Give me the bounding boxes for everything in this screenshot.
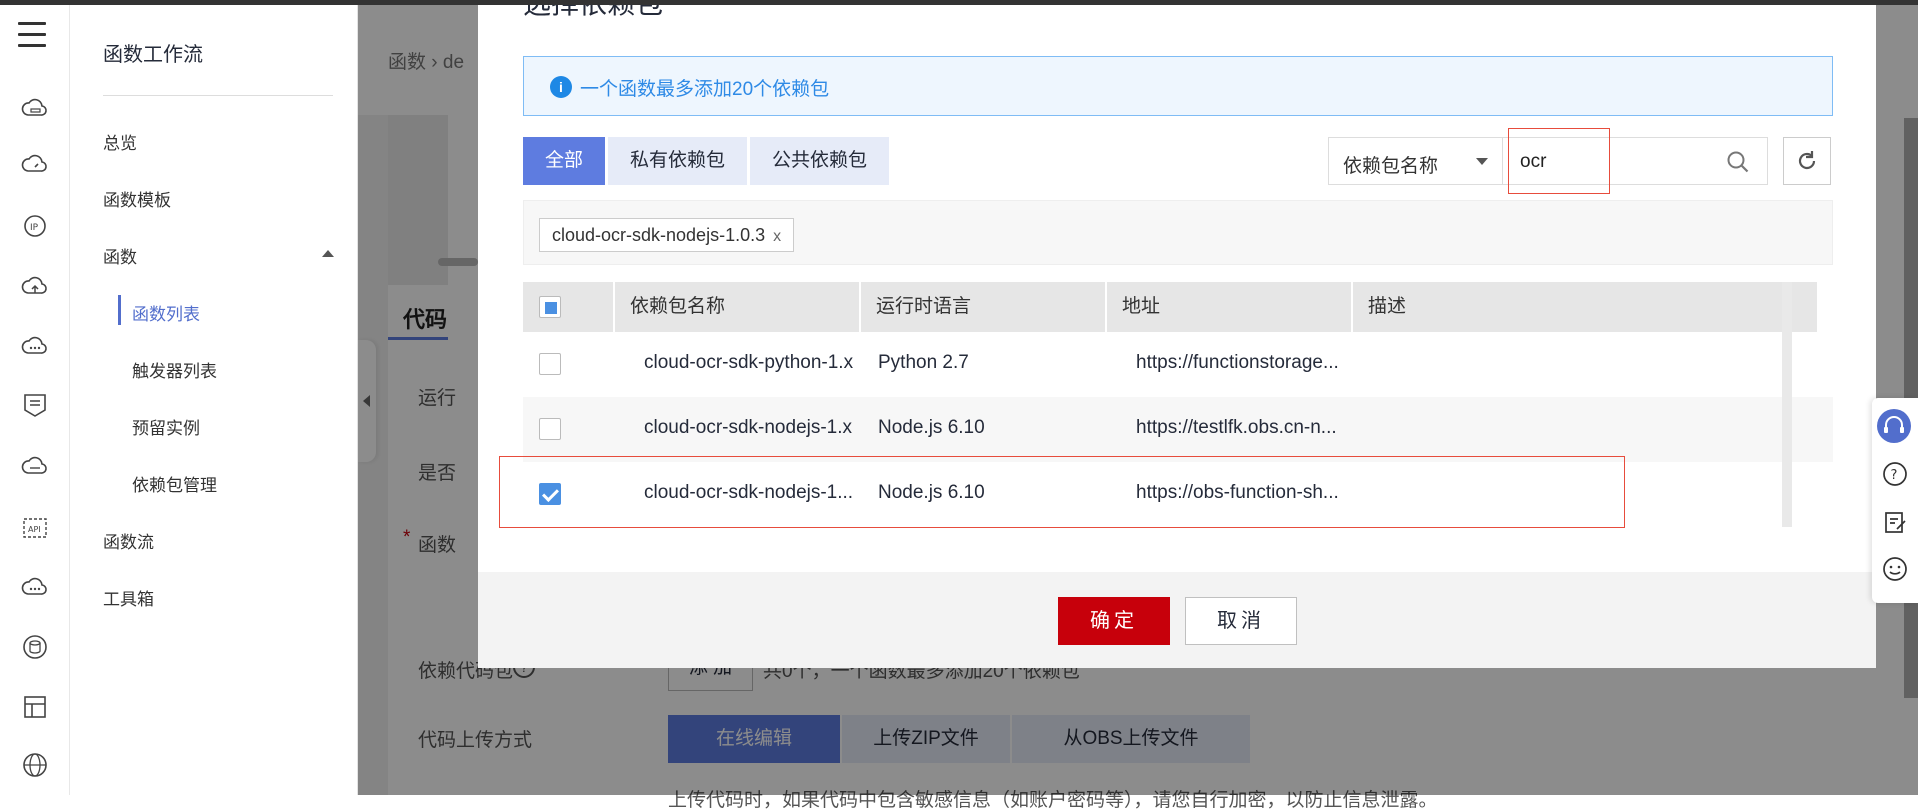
nav-title: 函数工作流 (103, 44, 203, 66)
nav-item-trigger-list[interactable]: 触发器列表 (132, 357, 217, 382)
nav-item-reserved-instances[interactable]: 预留实例 (132, 414, 200, 439)
row-name: cloud-ocr-sdk-python-1.x (644, 352, 854, 373)
dialog-footer (478, 572, 1876, 668)
filter-select[interactable]: 依赖包名称 (1328, 137, 1503, 185)
tab-all[interactable]: 全部 (523, 137, 606, 185)
cloud-more-icon[interactable] (20, 332, 50, 362)
menu-icon[interactable] (18, 22, 46, 48)
ok-button[interactable]: 确定 (1058, 597, 1170, 645)
cloud-speed-icon[interactable] (20, 150, 50, 180)
collapse-caret-icon[interactable] (322, 250, 334, 257)
row-checkbox[interactable] (539, 418, 561, 440)
tab-public[interactable]: 公共依赖包 (750, 137, 890, 185)
ip-icon[interactable]: IP (20, 211, 50, 241)
close-icon[interactable]: x (773, 228, 781, 245)
deps-tabs: 全部 私有依赖包 公共依赖包 (523, 137, 892, 185)
smile-icon[interactable] (1881, 555, 1909, 583)
info-alert: i 一个函数最多添加20个依赖包 (523, 56, 1833, 116)
col-address[interactable]: 地址 (1107, 282, 1353, 332)
select-deps-dialog: 选择依赖包 i 一个函数最多添加20个依赖包 全部 私有依赖包 公共依赖包 依赖… (478, 0, 1876, 668)
nav-item-function-flow[interactable]: 函数流 (103, 528, 154, 553)
table-scrollbar[interactable] (1782, 282, 1792, 527)
select-all-checkbox[interactable] (539, 296, 561, 318)
selected-deps: cloud-ocr-sdk-nodejs-1.0.3 x (523, 200, 1833, 265)
svg-text:API: API (28, 525, 41, 534)
row-runtime: Node.js 6.10 (878, 417, 985, 438)
nav-item-toolbox[interactable]: 工具箱 (103, 585, 154, 610)
nav-item-function-list[interactable]: 函数列表 (132, 300, 200, 325)
table-row[interactable]: cloud-ocr-sdk-python-1.x Python 2.7 http… (523, 332, 1833, 397)
row-runtime: Python 2.7 (878, 352, 969, 373)
alert-text: 一个函数最多添加20个依赖包 (580, 79, 830, 100)
cloud-disk-icon[interactable] (20, 94, 50, 124)
chevron-down-icon (1476, 158, 1488, 165)
question-icon[interactable]: ? (1881, 460, 1909, 488)
row-address: https://functionstorage... (1136, 352, 1339, 373)
table-header: 依赖包名称 运行时语言 地址 描述 (523, 282, 1817, 332)
search-highlight (1508, 128, 1610, 194)
headset-icon[interactable] (1876, 408, 1912, 444)
svg-text:?: ? (1891, 468, 1898, 483)
refresh-icon (1798, 151, 1816, 170)
side-nav: 函数工作流 总览 函数模板 函数 函数列表 触发器列表 预留实例 依赖包管理 函… (70, 0, 358, 795)
header-select (523, 282, 615, 332)
nav-item-dependency-mgmt[interactable]: 依赖包管理 (132, 471, 217, 496)
edit-icon[interactable] (1881, 508, 1909, 536)
service-rail: IP API (0, 0, 70, 795)
refresh-button[interactable] (1783, 137, 1831, 185)
col-desc[interactable]: 描述 (1353, 282, 1817, 332)
col-name[interactable]: 依赖包名称 (615, 282, 861, 332)
col-runtime[interactable]: 运行时语言 (861, 282, 1107, 332)
nav-item-overview[interactable]: 总览 (103, 129, 137, 154)
row-checkbox[interactable] (539, 353, 561, 375)
active-indicator (118, 295, 121, 325)
nav-divider (103, 95, 333, 96)
api-icon[interactable]: API (20, 513, 50, 543)
filter-label: 依赖包名称 (1343, 156, 1439, 177)
nav-item-functions[interactable]: 函数 (103, 243, 137, 268)
svg-text:IP: IP (30, 223, 39, 233)
selected-row-highlight (499, 456, 1625, 528)
shield-list-icon[interactable] (20, 390, 50, 420)
database-icon[interactable] (20, 632, 50, 662)
row-address: https://testlfk.obs.cn-n... (1136, 417, 1337, 438)
cloud-storage-icon[interactable] (20, 452, 50, 482)
nav-item-templates[interactable]: 函数模板 (103, 186, 171, 211)
search-icon[interactable] (1725, 149, 1751, 175)
row-name: cloud-ocr-sdk-nodejs-1.x (644, 417, 853, 438)
top-border (0, 0, 1918, 5)
selected-chip[interactable]: cloud-ocr-sdk-nodejs-1.0.3 x (539, 218, 795, 252)
cloud-dots-icon[interactable] (20, 573, 50, 603)
layout-icon[interactable] (20, 692, 50, 722)
cloud-upload-icon[interactable] (20, 272, 50, 302)
cancel-button[interactable]: 取消 (1185, 597, 1297, 645)
help-widget: ? (1872, 398, 1918, 603)
globe-icon[interactable] (20, 750, 50, 780)
info-icon: i (550, 76, 572, 98)
tab-private[interactable]: 私有依赖包 (608, 137, 748, 185)
table-row[interactable]: cloud-ocr-sdk-nodejs-1.x Node.js 6.10 ht… (523, 397, 1833, 462)
chip-label: cloud-ocr-sdk-nodejs-1.0.3 (552, 225, 766, 245)
